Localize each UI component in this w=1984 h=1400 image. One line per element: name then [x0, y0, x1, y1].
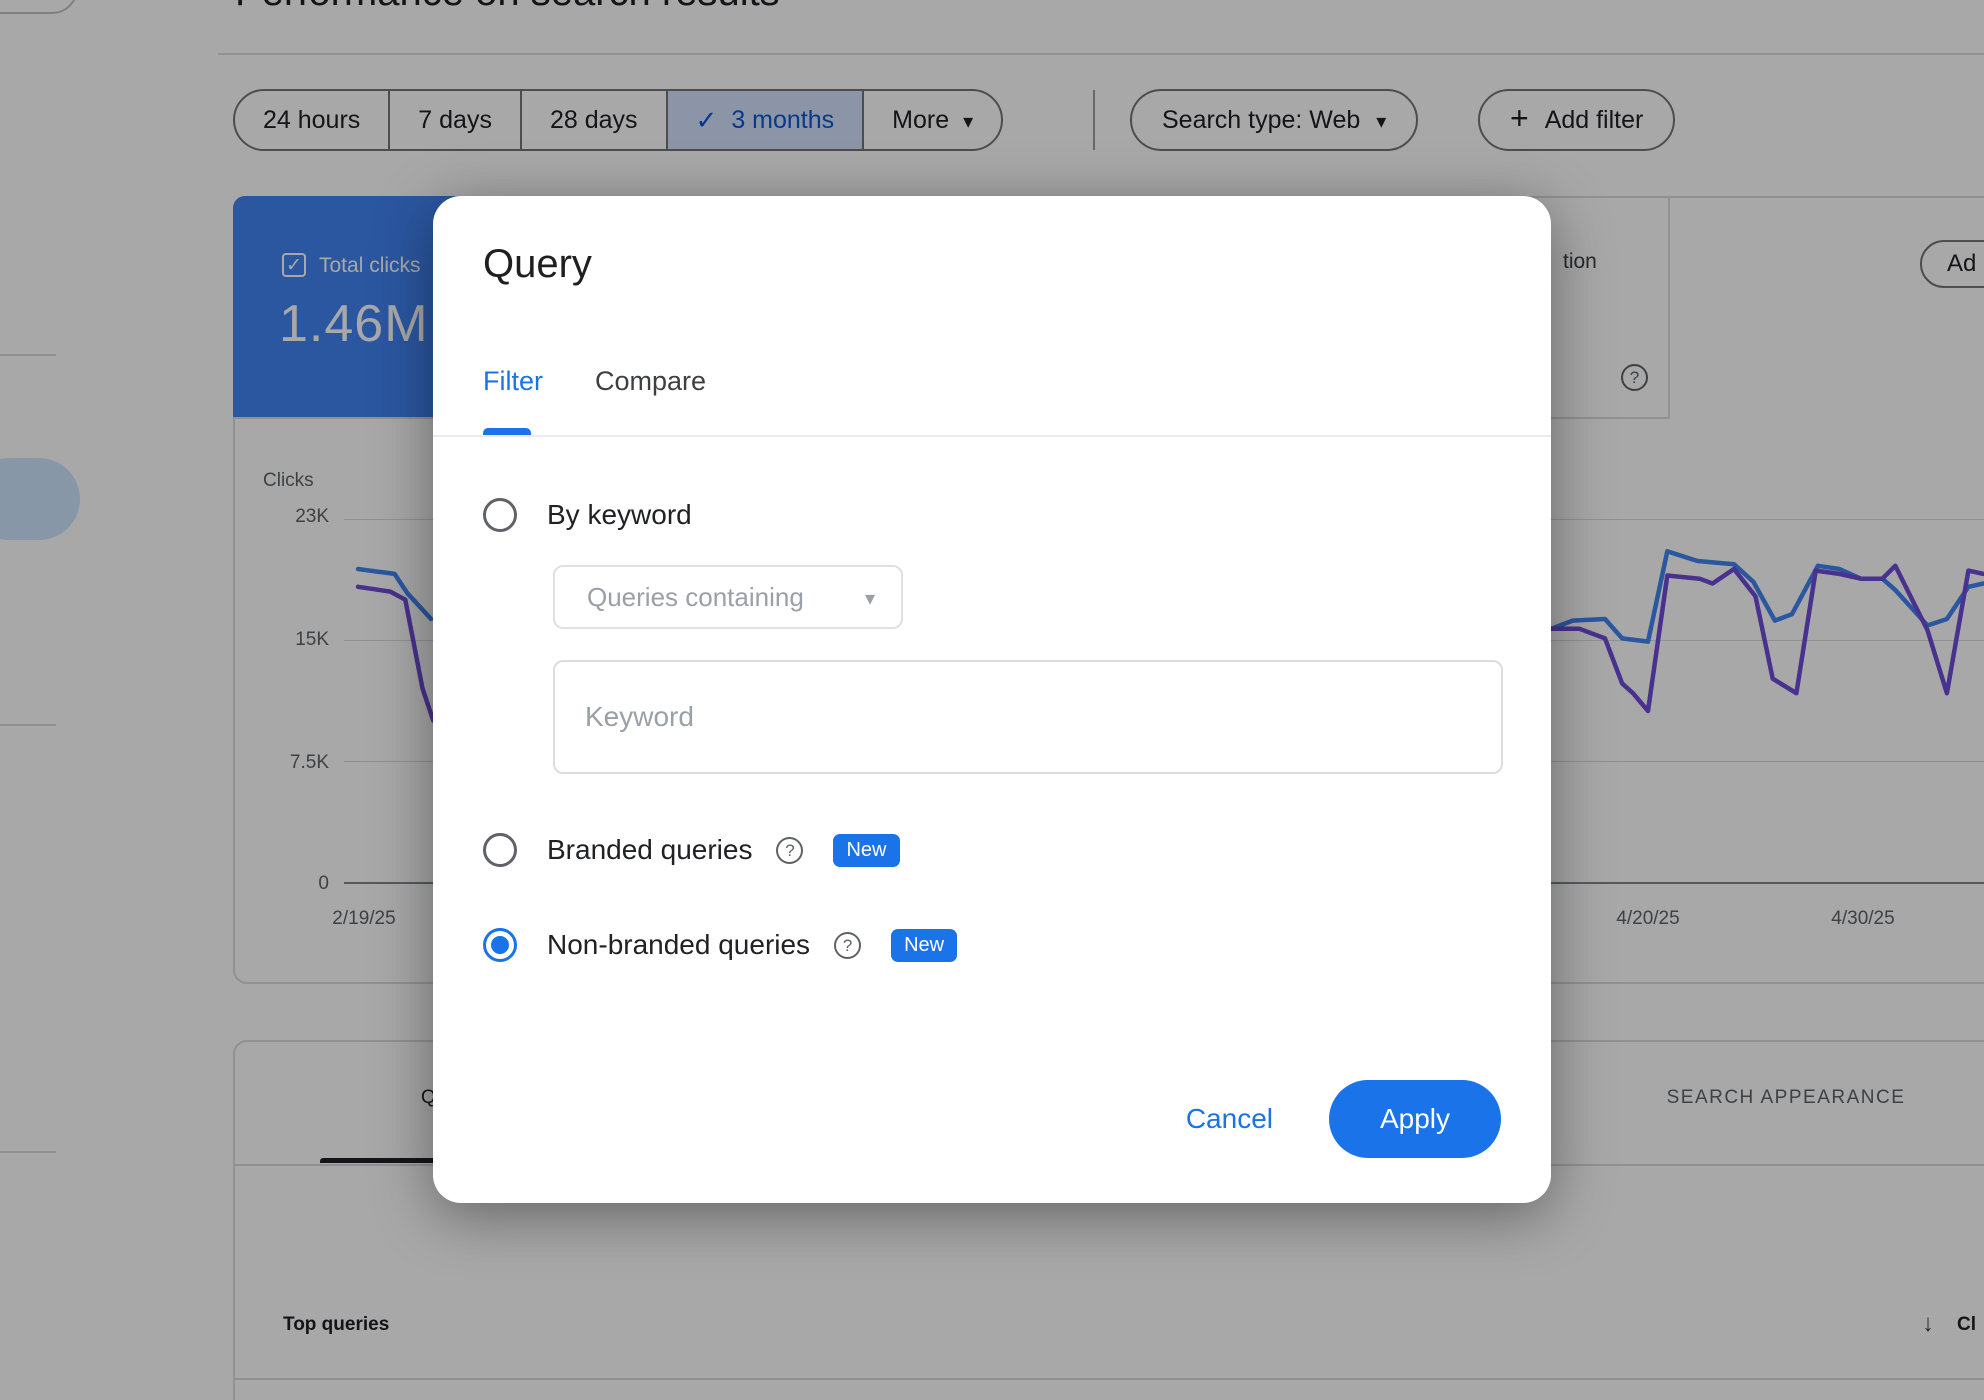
help-icon[interactable]: ?	[834, 931, 862, 959]
new-badge: New	[833, 833, 900, 867]
option-label: By keyword	[547, 499, 692, 530]
cancel-button[interactable]: Cancel	[1186, 1103, 1273, 1135]
apply-button[interactable]: Apply	[1329, 1080, 1501, 1158]
query-filter-dialog: Query Filter Compare By keyword Queries …	[433, 196, 1551, 1203]
new-badge: New	[891, 928, 958, 962]
tab-compare[interactable]: Compare	[595, 366, 706, 425]
option-row-by-keyword: By keyword	[483, 498, 692, 532]
option-row-branded: Branded queries ? New	[483, 833, 900, 867]
dialog-title: Query	[483, 242, 592, 286]
dialog-tabs-divider	[433, 435, 1551, 437]
tab-filter[interactable]: Filter	[483, 366, 543, 425]
radio-non-branded-queries[interactable]	[483, 928, 517, 962]
help-icon[interactable]: ?	[776, 836, 804, 864]
query-operator-select[interactable]: Queries containing ▾	[553, 565, 903, 629]
keyword-input[interactable]	[553, 660, 1503, 774]
option-row-non-branded: Non-branded queries ? New	[483, 928, 958, 962]
chevron-down-icon: ▾	[864, 588, 875, 610]
dialog-actions: Cancel Apply	[1186, 1080, 1501, 1158]
screen: Performance on search results 24 hours 7…	[0, 0, 1984, 1400]
radio-branded-queries[interactable]	[483, 833, 517, 867]
option-label: Branded queries	[547, 834, 753, 865]
dialog-tabs: Filter Compare	[483, 366, 706, 425]
radio-by-keyword[interactable]	[483, 498, 517, 532]
option-label: Non-branded queries	[547, 929, 811, 960]
